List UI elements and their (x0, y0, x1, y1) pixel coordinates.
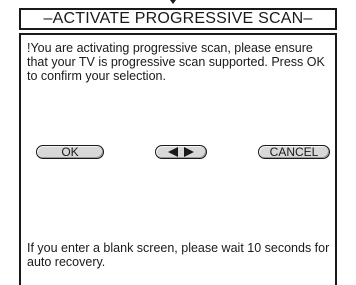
dialog-title-text: –ACTIVATE PROGRESSIVE SCAN– (43, 10, 313, 27)
recovery-note: If you enter a blank screen, please wait… (27, 241, 330, 269)
cancel-button-label: CANCEL (269, 145, 319, 159)
left-right-navigation-button[interactable] (155, 145, 207, 159)
dialog-panel: !You are activating progressive scan, pl… (19, 33, 337, 285)
triangle-right-icon (184, 147, 194, 157)
top-pointer-icon (170, 0, 176, 4)
cancel-button[interactable]: CANCEL (258, 145, 330, 159)
warning-message: !You are activating progressive scan, pl… (27, 41, 325, 83)
ok-button-label: OK (61, 145, 79, 159)
ok-button[interactable]: OK (36, 145, 104, 159)
triangle-left-icon (168, 147, 178, 157)
dialog-title: –ACTIVATE PROGRESSIVE SCAN– (19, 8, 337, 30)
